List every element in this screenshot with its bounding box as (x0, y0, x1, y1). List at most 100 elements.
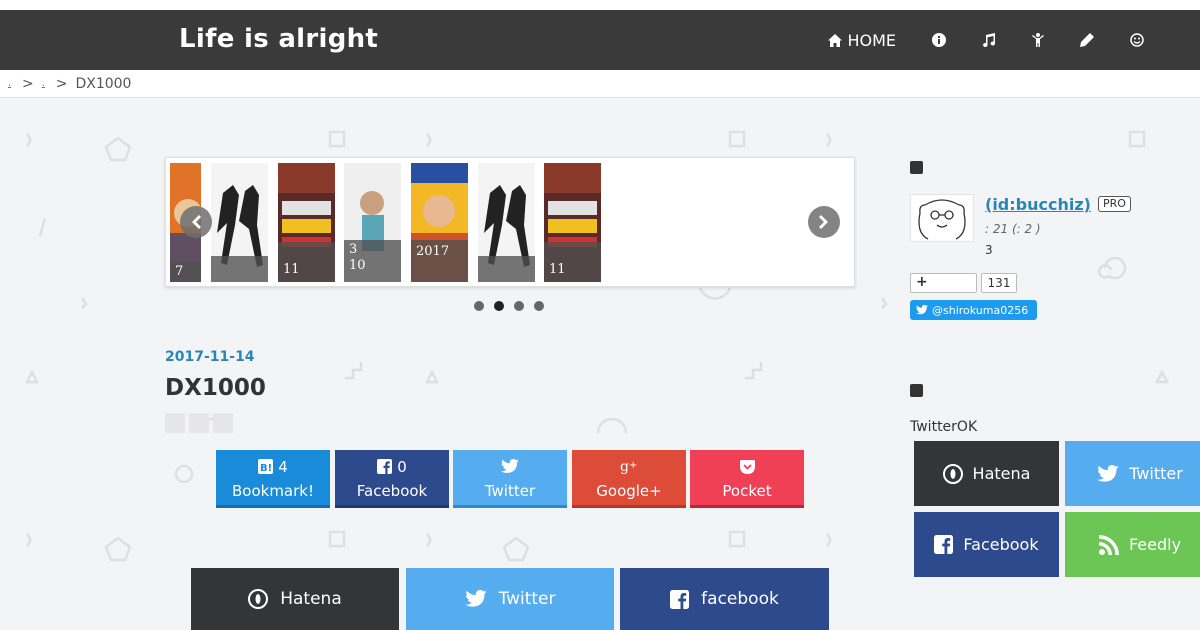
slide-caption: 11 (544, 242, 601, 282)
breadcrumb: . > . > DX1000 (0, 70, 1200, 98)
post-title: DX1000 (165, 375, 266, 401)
sidebar-feedly-button[interactable]: Feedly (1065, 512, 1200, 577)
sidebar-heading-icon (910, 161, 923, 174)
music-icon (983, 33, 995, 47)
twitter-handle: @shirokuma0256 (932, 303, 1029, 317)
share-facebook-label: Facebook (356, 481, 428, 500)
category-tag[interactable] (213, 413, 233, 433)
share-twitter-button[interactable]: Twitter (453, 450, 567, 508)
pocket-icon (739, 459, 755, 474)
nav-about[interactable] (932, 33, 946, 47)
nav-music[interactable] (982, 33, 996, 47)
category-tag[interactable] (165, 413, 185, 433)
sidebar-twitter-label: Twitter (1129, 464, 1183, 483)
facebook-icon (934, 535, 954, 554)
slider-next-button[interactable] (808, 206, 840, 238)
share-hatena-top: B! 4 (258, 456, 288, 478)
bottom-share-twitter-button[interactable]: Twitter (406, 568, 614, 630)
share-pocket-top (739, 456, 755, 478)
svg-text:+: + (629, 460, 637, 471)
sidebar-hatena-button[interactable]: Hatena (914, 441, 1059, 506)
follower-count: 131 (981, 273, 1017, 293)
slide-thumbnail[interactable]: 11 (544, 163, 601, 282)
slide-caption-line: 10 (349, 258, 366, 273)
bottom-share-hatena-button[interactable]: Hatena (191, 568, 399, 630)
slide-caption: 7 (170, 262, 201, 282)
bottom-share-facebook-button[interactable]: facebook (620, 568, 829, 630)
slider-dot[interactable] (534, 301, 544, 311)
breadcrumb-separator: > (55, 75, 68, 92)
slider-dot[interactable] (514, 301, 524, 311)
chevron-left-icon (192, 215, 201, 229)
sidebar-twitter-text: TwitterOK (910, 419, 978, 435)
home-icon (828, 33, 843, 47)
category-tag[interactable] (189, 413, 209, 433)
svg-text:B!: B! (260, 463, 272, 474)
slide-caption: 11 (278, 242, 335, 282)
share-googleplus-top: g + (620, 456, 638, 478)
pro-badge: PRO (1098, 196, 1131, 212)
bottom-share-facebook-label: facebook (701, 589, 779, 609)
site-header: Life is alright HOME (0, 10, 1200, 70)
hatena-bookmark-icon: B! (258, 459, 274, 474)
slide-thumbnail[interactable]: 2017 (411, 163, 468, 282)
main-nav: HOME (792, 10, 1144, 70)
slider-dot[interactable] (474, 301, 484, 311)
top-strip (0, 0, 1200, 10)
nav-write[interactable] (1080, 33, 1094, 47)
twitter-bird-icon (501, 459, 519, 473)
slider-pagination (474, 301, 554, 311)
nav-home-label: HOME (847, 30, 896, 50)
sidebar-feedly-label: Feedly (1128, 535, 1182, 554)
related-posts-slider: 7 11 3 10 2017 11 (165, 157, 855, 287)
slide-thumbnail[interactable]: 11 (278, 163, 335, 282)
twitter-follow-button[interactable]: @shirokuma0256 (910, 300, 1037, 320)
svg-text:g: g (620, 459, 629, 474)
avatar[interactable] (910, 194, 974, 242)
profile-name-link[interactable]: (id:bucchiz) (985, 195, 1091, 214)
hatena-icon (248, 589, 269, 609)
slider-prev-button[interactable] (180, 206, 212, 238)
nav-smile[interactable] (1130, 33, 1144, 47)
slide-thumbnail[interactable] (478, 163, 535, 282)
breadcrumb-link-category[interactable]: . (42, 78, 48, 89)
slide-caption (478, 256, 535, 282)
share-facebook-button[interactable]: 0 Facebook (335, 450, 449, 508)
share-twitter-label: Twitter (484, 481, 536, 500)
breadcrumb-link-home[interactable]: . (8, 78, 14, 89)
share-pocket-label: Pocket (722, 481, 772, 500)
follow-button[interactable]: + (910, 273, 977, 293)
nav-home[interactable]: HOME (828, 31, 896, 50)
slider-dot-active[interactable] (494, 301, 504, 311)
share-hatena-button[interactable]: B! 4 Bookmark! (216, 450, 330, 508)
category-tags (165, 413, 237, 433)
hatena-icon (942, 463, 963, 484)
rss-icon (1098, 534, 1119, 555)
child-icon (1032, 33, 1044, 47)
nav-child[interactable] (1032, 33, 1044, 47)
slide-caption-line: 3 (349, 242, 358, 257)
share-googleplus-button[interactable]: g + Google+ (572, 450, 686, 508)
share-facebook-top: 0 (377, 456, 407, 478)
slide-thumbnail[interactable] (211, 163, 268, 282)
twitter-bird-icon (464, 590, 487, 607)
site-title[interactable]: Life is alright (179, 24, 378, 54)
slide-thumbnail[interactable]: 3 10 (344, 163, 401, 282)
info-icon (932, 33, 946, 47)
twitter-bird-icon (1097, 464, 1119, 482)
sidebar-facebook-label: Facebook (963, 535, 1039, 554)
slide-caption (211, 256, 268, 282)
breadcrumb-separator: > (22, 75, 34, 92)
sidebar-twitter-button[interactable]: Twitter (1065, 441, 1200, 506)
twitter-bird-icon (916, 305, 928, 315)
share-twitter-top (501, 456, 519, 478)
smile-icon (1130, 33, 1144, 47)
share-pocket-button[interactable]: Pocket (690, 450, 804, 508)
pencil-icon (1080, 33, 1094, 47)
sidebar-heading-icon (910, 384, 923, 397)
slide-caption: 3 10 (344, 240, 401, 282)
post-date[interactable]: 2017-11-14 (165, 349, 255, 365)
bottom-share-twitter-label: Twitter (498, 589, 556, 609)
bottom-share-hatena-label: Hatena (280, 589, 342, 609)
sidebar-facebook-button[interactable]: Facebook (914, 512, 1059, 577)
